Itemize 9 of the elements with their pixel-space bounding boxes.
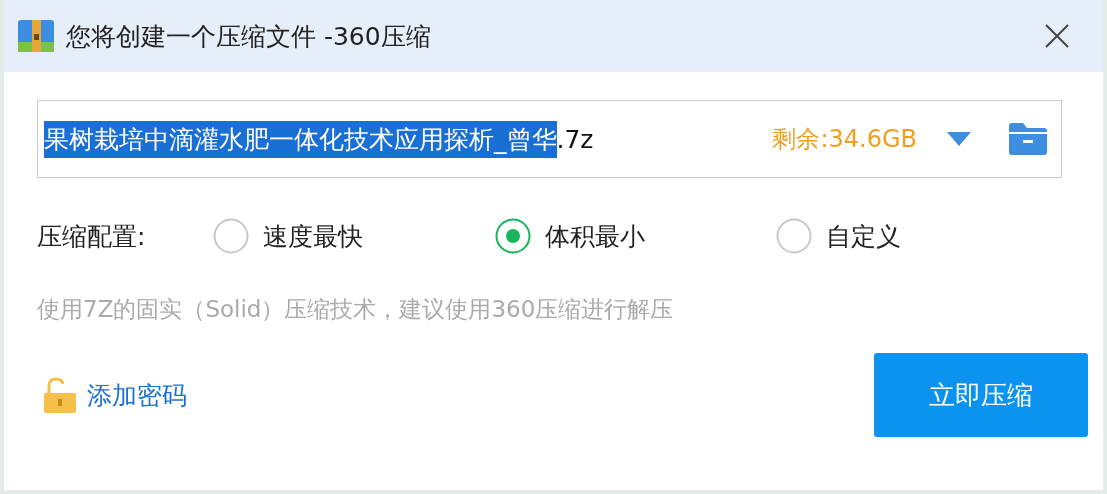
window-title: 您将创建一个压缩文件 -360压缩 — [66, 20, 432, 53]
radio-option[interactable]: 体积最小 — [494, 218, 645, 254]
radio-option[interactable]: 自定义 — [776, 218, 902, 254]
hint-text: 使用7Z的固实（Solid）压缩技术，建议使用360压缩进行解压 — [37, 295, 675, 324]
radio-option[interactable]: 速度最快 — [213, 218, 364, 254]
config-label: 压缩配置: — [37, 220, 147, 253]
selected-text: 果树栽培中滴灌水肥一体化技术应用探析_曾华 — [44, 120, 557, 158]
free-space: 剩余:34.6GB — [772, 124, 917, 155]
add-password-link[interactable]: 添加密码 — [87, 378, 187, 412]
